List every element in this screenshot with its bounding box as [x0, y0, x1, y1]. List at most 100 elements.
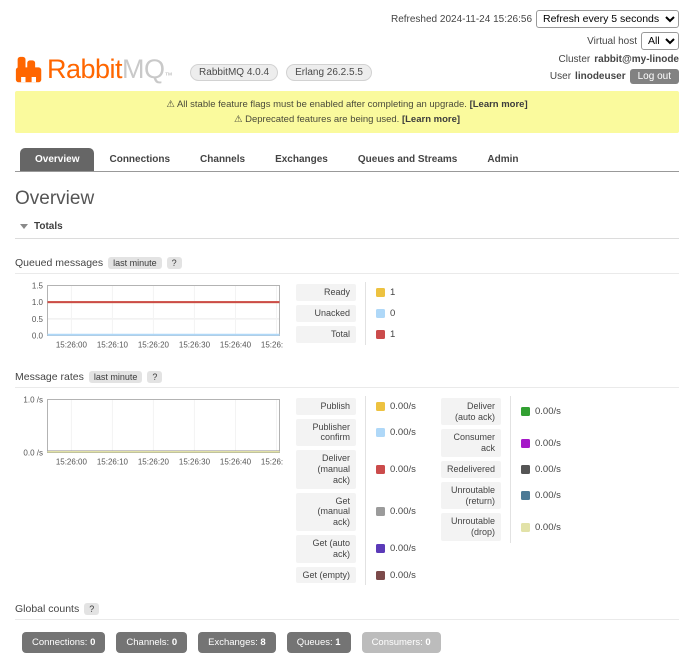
- svg-text:1.0: 1.0: [32, 299, 44, 308]
- tab-channels[interactable]: Channels: [185, 148, 260, 171]
- collapse-arrow-icon: [20, 224, 28, 229]
- legend-value: 0.00/s: [535, 522, 561, 533]
- svg-text:1.5: 1.5: [32, 282, 44, 291]
- page-title: Overview: [15, 188, 679, 210]
- svg-text:15:26:30: 15:26:30: [179, 457, 211, 466]
- cluster-label: Cluster: [559, 54, 591, 65]
- queued-messages-title: Queued messages: [15, 257, 103, 269]
- message-rates-legend-right: Deliver (auto ack) 0.00/s Consumer ack 0…: [441, 396, 562, 543]
- count-badge-exchanges: Exchanges: 8: [198, 632, 276, 653]
- totals-section-toggle[interactable]: Totals: [15, 219, 679, 239]
- global-counts-help-icon[interactable]: ?: [84, 603, 99, 615]
- svg-text:15:26:10: 15:26:10: [97, 457, 129, 466]
- svg-text:15:26:00: 15:26:00: [56, 341, 88, 350]
- svg-text:15:26:50: 15:26:50: [261, 341, 283, 350]
- legend-label: Unroutable (return): [441, 482, 501, 510]
- legend-value: 0.00/s: [535, 464, 561, 475]
- legend-label: Deliver (manual ack): [296, 450, 356, 488]
- svg-text:15:26:20: 15:26:20: [138, 341, 170, 350]
- message-rates-heading: Message rates last minute ?: [15, 369, 679, 388]
- svg-text:15:26:20: 15:26:20: [138, 457, 170, 466]
- learn-more-link-feature-flags[interactable]: [Learn more]: [470, 99, 528, 110]
- legend-value: 0.00/s: [390, 543, 416, 554]
- totals-label: Totals: [34, 221, 63, 232]
- logout-button[interactable]: Log out: [630, 69, 679, 84]
- legend-label: Total: [296, 326, 356, 343]
- legend-swatch-icon: [521, 439, 530, 448]
- legend-value: 0.00/s: [535, 438, 561, 449]
- legend-row: Unacked 0: [296, 303, 417, 324]
- queued-time-window-badge[interactable]: last minute: [108, 257, 162, 269]
- legend-swatch-icon: [521, 465, 530, 474]
- virtual-host-select[interactable]: All: [641, 32, 679, 50]
- legend-row: Get (empty) 0.00/s: [296, 565, 417, 586]
- warning-banner: ⚠ All stable feature flags must be enabl…: [15, 91, 679, 133]
- legend-row: Get (manual ack) 0.00/s: [296, 491, 417, 533]
- legend-swatch-icon: [376, 571, 385, 580]
- legend-label: Ready: [296, 284, 356, 301]
- queued-messages-heading: Queued messages last minute ?: [15, 255, 679, 274]
- svg-text:15:26:40: 15:26:40: [220, 341, 252, 350]
- legend-swatch-icon: [521, 491, 530, 500]
- svg-text:0.5: 0.5: [32, 315, 44, 324]
- legend-row: Publisher confirm 0.00/s: [296, 417, 417, 449]
- legend-label: Consumer ack: [441, 429, 501, 457]
- tab-exchanges[interactable]: Exchanges: [260, 148, 343, 171]
- legend-value: 0.00/s: [390, 464, 416, 475]
- legend-swatch-icon: [376, 465, 385, 474]
- legend-value: 0.00/s: [390, 506, 416, 517]
- legend-value: 0.00/s: [390, 570, 416, 581]
- global-counts-heading: Global counts ?: [15, 601, 679, 620]
- legend-swatch-icon: [376, 544, 385, 553]
- svg-text:1.0 /s: 1.0 /s: [23, 396, 43, 405]
- legend-value: 0.00/s: [390, 401, 416, 412]
- legend-label: Get (auto ack): [296, 535, 356, 563]
- rabbitmq-rabbit-icon: [15, 56, 43, 84]
- legend-row: Deliver (auto ack) 0.00/s: [441, 396, 562, 428]
- queued-messages-chart: 0.00.51.01.515:26:0015:26:1015:26:2015:2…: [15, 282, 283, 353]
- brand-wordmark: RabbitMQ™: [47, 56, 172, 83]
- legend-value: 0.00/s: [535, 406, 561, 417]
- legend-row: Consumer ack 0.00/s: [441, 427, 562, 459]
- legend-swatch-icon: [376, 428, 385, 437]
- rabbitmq-logo[interactable]: RabbitMQ™: [15, 56, 172, 84]
- legend-label: Unacked: [296, 305, 356, 322]
- legend-row: Ready 1: [296, 282, 417, 303]
- legend-row: Get (auto ack) 0.00/s: [296, 533, 417, 565]
- message-rates-legend-left: Publish 0.00/s Publisher confirm 0.00/s …: [296, 396, 417, 586]
- count-badge-queues: Queues: 1: [287, 632, 351, 653]
- legend-row: Unroutable (return) 0.00/s: [441, 480, 562, 512]
- tab-overview[interactable]: Overview: [20, 148, 94, 171]
- legend-swatch-icon: [376, 309, 385, 318]
- legend-swatch-icon: [376, 507, 385, 516]
- legend-swatch-icon: [376, 288, 385, 297]
- count-badge-connections: Connections: 0: [22, 632, 105, 653]
- deprecated-features-warning: ⚠ Deprecated features are being used. [L…: [23, 112, 671, 127]
- legend-row: Unroutable (drop) 0.00/s: [441, 511, 562, 543]
- global-counts-title: Global counts: [15, 603, 79, 615]
- legend-swatch-icon: [376, 402, 385, 411]
- rates-time-window-badge[interactable]: last minute: [89, 371, 143, 383]
- svg-text:15:26:40: 15:26:40: [220, 457, 252, 466]
- legend-row: Publish 0.00/s: [296, 396, 417, 417]
- legend-label: Get (empty): [296, 567, 356, 584]
- overview-content: Overview Totals Queued messages last min…: [0, 172, 694, 653]
- legend-label: Get (manual ack): [296, 493, 356, 531]
- tab-connections[interactable]: Connections: [94, 148, 185, 171]
- global-counts-badges: Connections: 0Channels: 0Exchanges: 8Que…: [15, 632, 679, 653]
- svg-text:0.0 /s: 0.0 /s: [23, 448, 43, 457]
- rates-help-icon[interactable]: ?: [147, 371, 162, 383]
- legend-value: 0.00/s: [390, 427, 416, 438]
- tab-queues-and-streams[interactable]: Queues and Streams: [343, 148, 472, 171]
- queued-messages-legend: Ready 1 Unacked 0 Total 1: [296, 282, 417, 344]
- rabbitmq-management-page: RabbitMQ™ RabbitMQ 4.0.4 Erlang 26.2.5.5…: [0, 0, 694, 653]
- feature-flags-warning: ⚠ All stable feature flags must be enabl…: [23, 97, 671, 112]
- cluster-name: rabbit@my-linode: [594, 54, 679, 65]
- queued-help-icon[interactable]: ?: [167, 257, 182, 269]
- erlang-version-badge: Erlang 26.2.5.5: [286, 64, 372, 81]
- legend-label: Deliver (auto ack): [441, 398, 501, 426]
- refreshed-timestamp: Refreshed 2024-11-24 15:26:56: [391, 14, 532, 25]
- refresh-interval-select[interactable]: Refresh every 5 seconds: [536, 10, 679, 28]
- tab-admin[interactable]: Admin: [472, 148, 533, 171]
- learn-more-link-deprecated[interactable]: [Learn more]: [402, 114, 460, 125]
